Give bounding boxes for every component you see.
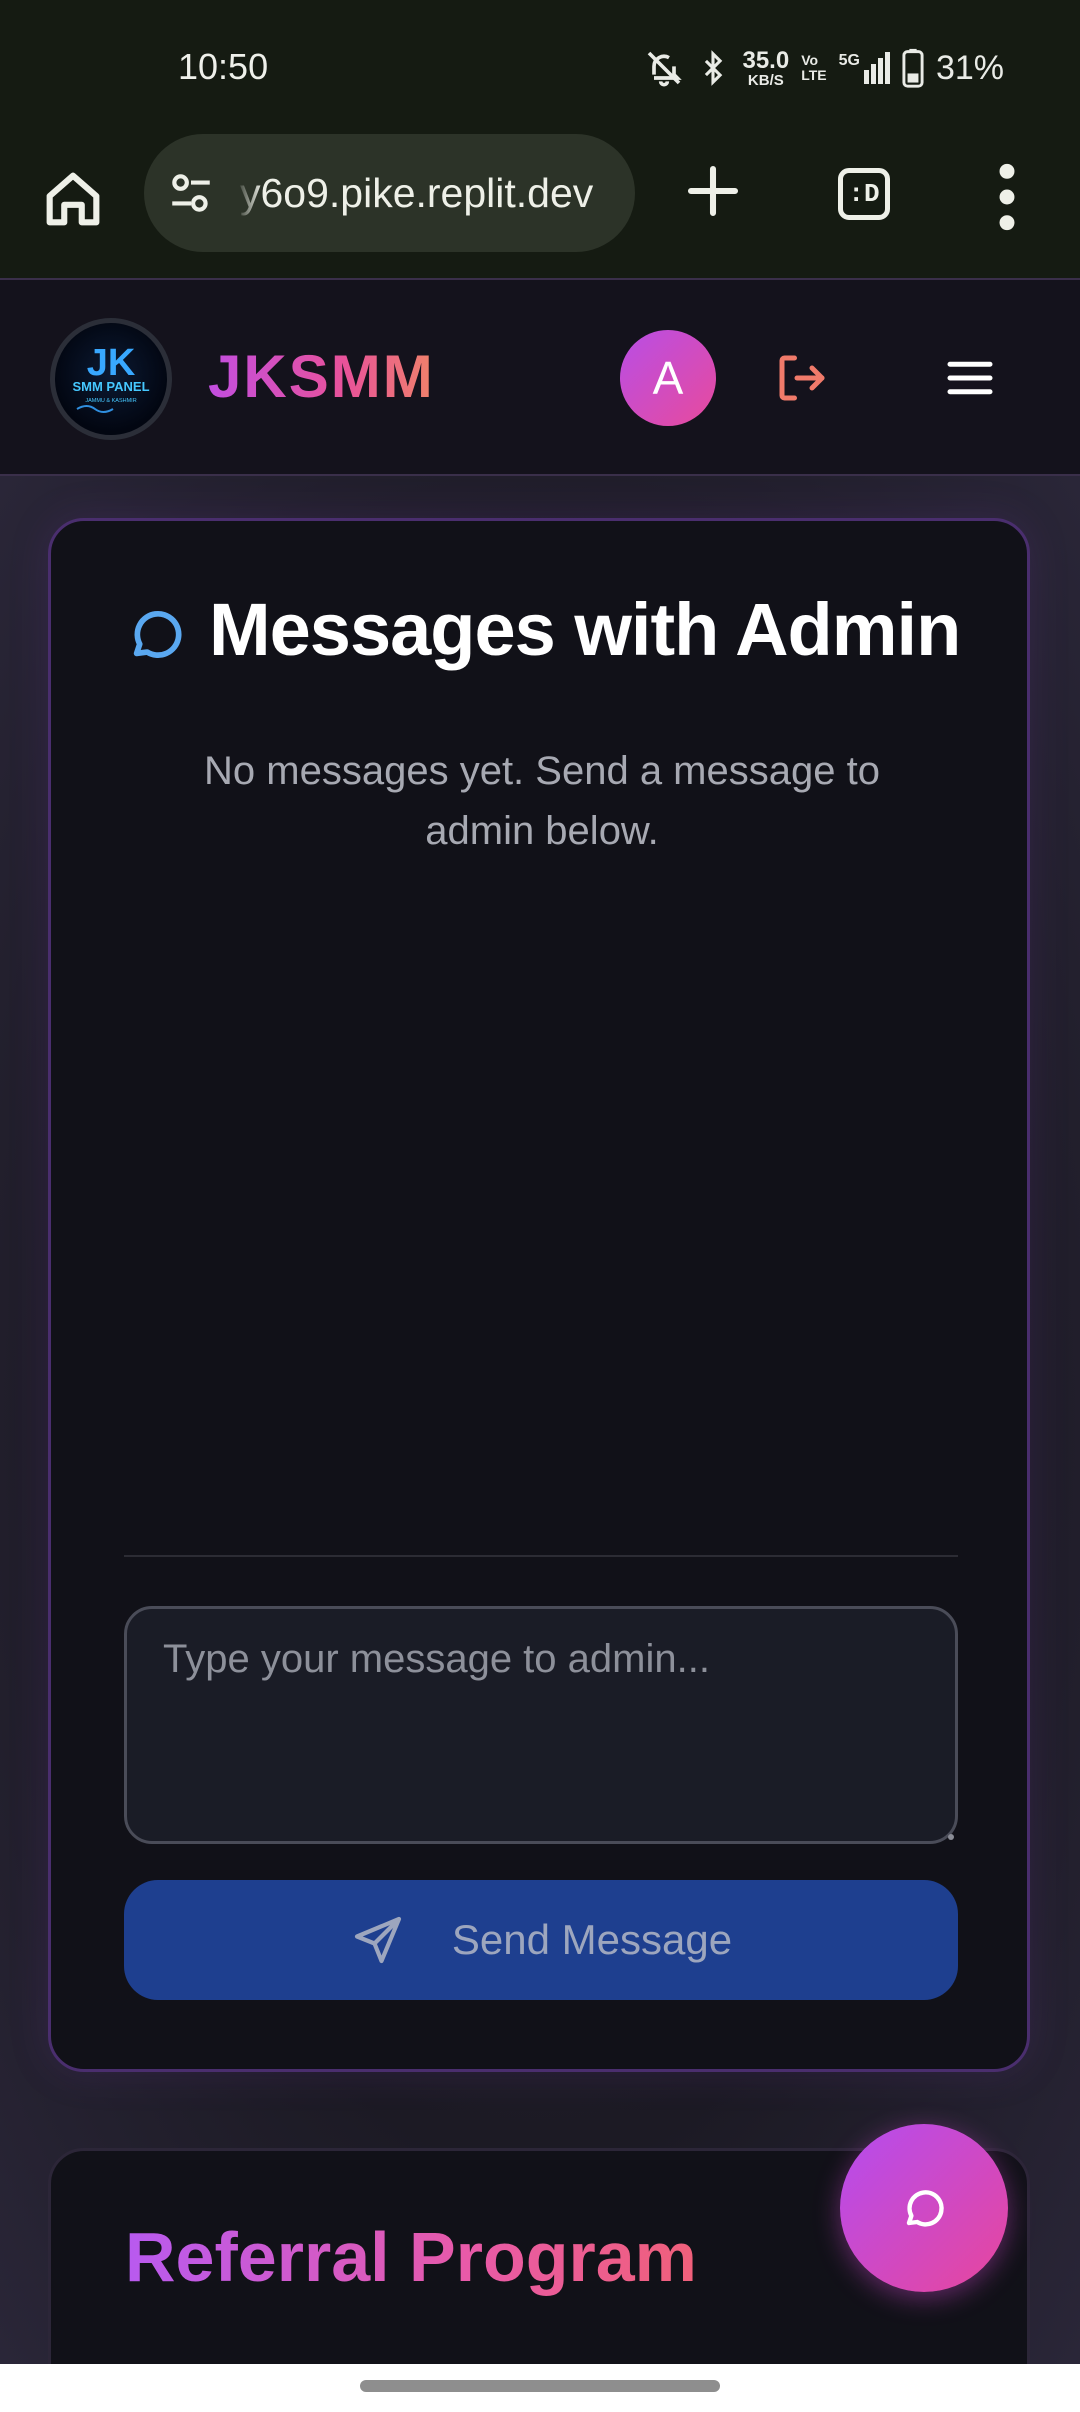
address-bar[interactable]: y6o9.pike.replit.dev	[144, 134, 635, 252]
message-input[interactable]	[124, 1606, 958, 1844]
chat-bubble-icon	[906, 2190, 944, 2227]
svg-text:SMM PANEL: SMM PANEL	[72, 379, 149, 394]
bluetooth-icon	[705, 50, 723, 86]
more-vert-icon[interactable]	[990, 162, 1024, 232]
home-icon[interactable]	[38, 164, 108, 234]
bell-off-icon	[648, 51, 683, 87]
gesture-handle[interactable]	[360, 2380, 720, 2392]
avatar[interactable]: A	[620, 330, 716, 426]
net-speed: 35.0 KB/S	[742, 46, 790, 89]
battery-percent: 31%	[935, 48, 1004, 87]
svg-text:JK: JK	[87, 342, 136, 384]
site-settings-icon[interactable]	[166, 168, 216, 218]
brand-name[interactable]: JKSMM	[208, 342, 435, 411]
url-fade	[236, 154, 262, 232]
browser-toolbar: y6o9.pike.replit.dev :D	[0, 134, 1080, 278]
send-icon	[354, 1916, 402, 1964]
signal-icon: 5G	[839, 52, 890, 84]
app-header: JK SMM PANEL JAMMU & KASHMIR JKSMM A	[0, 278, 1080, 476]
url-text: y6o9.pike.replit.dev	[240, 170, 594, 216]
plus-icon[interactable]	[680, 158, 746, 224]
page-title: Messages with Admin	[209, 588, 961, 671]
status-icons: 35.0 KB/S Vo LTE 5G 31%	[644, 40, 1004, 96]
logo-graphic: JK SMM PANEL JAMMU & KASHMIR	[72, 342, 150, 413]
resize-handle[interactable]	[948, 1834, 954, 1840]
tab-switcher-button[interactable]: :D	[838, 168, 890, 220]
messages-card: Messages with Admin No messages yet. Sen…	[48, 518, 1030, 2072]
battery-icon	[902, 48, 924, 88]
status-time: 10:50	[178, 46, 269, 87]
message-circle-icon	[133, 611, 182, 658]
svg-text:JAMMU & KASHMIR: JAMMU & KASHMIR	[85, 398, 136, 404]
volte-indicator: Vo LTE	[801, 52, 827, 83]
empty-state-text: No messages yet. Send a message to admin…	[204, 749, 880, 853]
logo[interactable]: JK SMM PANEL JAMMU & KASHMIR	[50, 318, 172, 440]
navigation-gesture-area	[0, 2364, 1080, 2412]
logout-icon[interactable]	[772, 348, 832, 408]
status-bar: 10:50 35.0 KB/S Vo LTE 5G 31%	[0, 0, 1080, 134]
chat-fab-button[interactable]	[840, 2124, 1008, 2292]
menu-icon[interactable]	[940, 348, 1000, 408]
send-message-button[interactable]: Send Message	[124, 1880, 958, 2000]
send-label: Send Message	[451, 1916, 733, 1963]
divider	[124, 1555, 958, 1557]
referral-title: Referral Program	[125, 2218, 697, 2296]
